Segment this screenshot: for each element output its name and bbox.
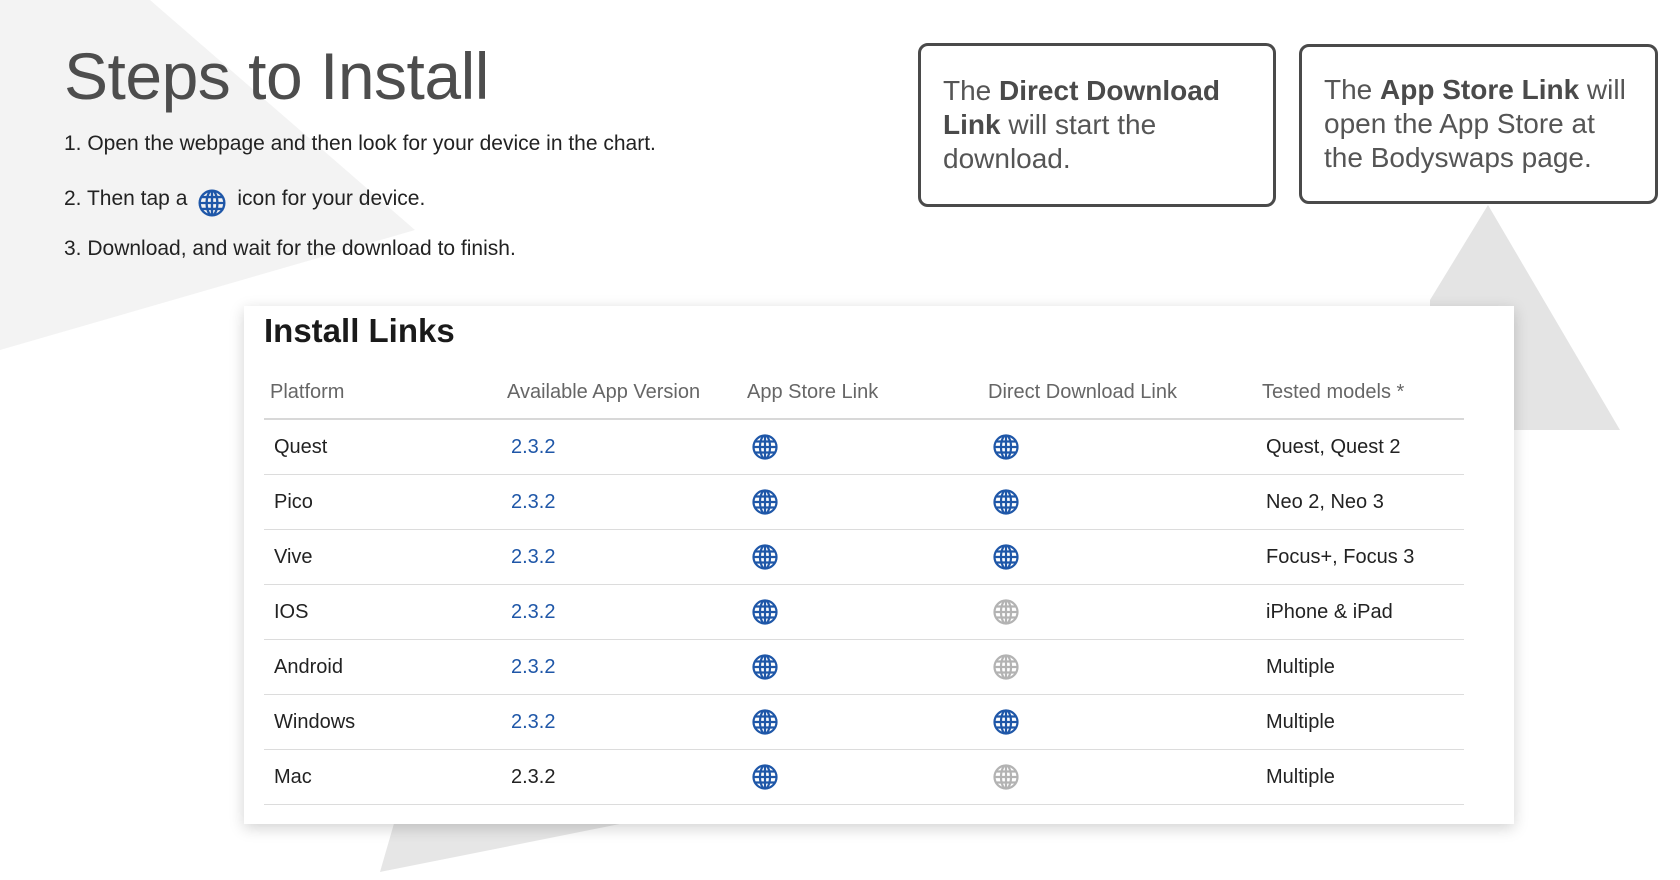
direct-download-link-cell — [982, 419, 1256, 475]
version-link[interactable]: 2.3.2 — [511, 601, 555, 623]
globe-icon[interactable] — [751, 653, 972, 681]
callout-app-store: The App Store Link will open the App Sto… — [1299, 44, 1658, 204]
table-row: Quest 2.3.2 Quest, Quest 2 — [264, 419, 1464, 475]
app-store-link-cell — [741, 474, 982, 530]
platform-cell: Android — [264, 639, 501, 695]
install-links-card: Install Links Platform Available App Ver… — [244, 306, 1514, 824]
platform-cell: IOS — [264, 584, 501, 640]
direct-download-link-cell — [982, 529, 1256, 585]
globe-icon — [197, 188, 227, 218]
step-2-text-before: 2. Then tap a — [64, 187, 188, 210]
version-link[interactable]: 2.3.2 — [511, 546, 555, 568]
table-body: Quest 2.3.2 Quest, Quest 2 Pico 2.3.2 Neo 2, … — [264, 419, 1464, 805]
platform-cell: Windows — [264, 694, 501, 750]
version-link[interactable]: 2.3.2 — [511, 491, 555, 513]
globe-icon[interactable] — [751, 433, 972, 461]
version-text: 2.3.2 — [511, 765, 556, 788]
version-cell: 2.3.2 — [501, 419, 741, 475]
globe-icon — [992, 653, 1246, 681]
version-cell: 2.3.2 — [501, 694, 741, 750]
direct-download-link-cell — [982, 749, 1256, 805]
step-3: 3. Download, and wait for the download t… — [64, 237, 516, 260]
direct-download-link-cell — [982, 584, 1256, 640]
tested-models-cell: iPhone & iPad — [1256, 584, 1464, 640]
platform-cell: Mac — [264, 749, 501, 805]
tested-models-cell: Multiple — [1256, 749, 1464, 805]
tested-models-cell: Focus+, Focus 3 — [1256, 529, 1464, 585]
page-title: Steps to Install — [64, 39, 489, 113]
header-platform: Platform — [264, 366, 501, 420]
version-cell: 2.3.2 — [501, 529, 741, 585]
globe-icon[interactable] — [992, 488, 1246, 516]
table-row: Windows 2.3.2 Multiple — [264, 694, 1464, 750]
platform-cell: Pico — [264, 474, 501, 530]
table-row: Pico 2.3.2 Neo 2, Neo 3 — [264, 474, 1464, 530]
table-row: Mac 2.3.2 Multiple — [264, 749, 1464, 805]
app-store-link-cell — [741, 529, 982, 585]
callout-store-bold: App Store Link — [1380, 74, 1580, 105]
table-header-row: Platform Available App Version App Store… — [264, 366, 1464, 420]
app-store-link-cell — [741, 639, 982, 695]
globe-icon[interactable] — [751, 543, 972, 571]
globe-icon[interactable] — [992, 708, 1246, 736]
version-cell: 2.3.2 — [501, 749, 741, 805]
header-version: Available App Version — [501, 366, 741, 420]
install-links-title: Install Links — [264, 312, 455, 349]
app-store-link-cell — [741, 419, 982, 475]
direct-download-link-cell — [982, 639, 1256, 695]
table-row: IOS 2.3.2 iPhone & iPad — [264, 584, 1464, 640]
tested-models-cell: Neo 2, Neo 3 — [1256, 474, 1464, 530]
callout-direct-pre: The — [943, 75, 1000, 106]
globe-icon[interactable] — [751, 598, 972, 626]
direct-download-link-cell — [982, 694, 1256, 750]
step-1: 1. Open the webpage and then look for yo… — [64, 132, 656, 155]
header-direct-download-link: Direct Download Link — [982, 366, 1256, 420]
header-app-store-link: App Store Link — [741, 366, 982, 420]
tested-models-cell: Multiple — [1256, 694, 1464, 750]
step-2: 2. Then tap a icon for your device. — [64, 184, 426, 217]
version-link[interactable]: 2.3.2 — [511, 656, 555, 678]
app-store-link-cell — [741, 749, 982, 805]
direct-download-link-cell — [982, 474, 1256, 530]
app-store-link-cell — [741, 584, 982, 640]
tested-models-cell: Multiple — [1256, 639, 1464, 695]
globe-icon[interactable] — [992, 433, 1246, 461]
callout-direct-download: The Direct Download Link will start the … — [918, 43, 1276, 207]
globe-icon — [992, 763, 1246, 791]
table-row: Android 2.3.2 Multiple — [264, 639, 1464, 695]
callout-store-pre: The — [1324, 74, 1381, 105]
version-cell: 2.3.2 — [501, 639, 741, 695]
globe-icon[interactable] — [751, 763, 972, 791]
globe-icon[interactable] — [751, 488, 972, 516]
globe-icon[interactable] — [751, 708, 972, 736]
tested-models-cell: Quest, Quest 2 — [1256, 419, 1464, 475]
install-links-table: Platform Available App Version App Store… — [264, 366, 1464, 805]
globe-icon[interactable] — [992, 543, 1246, 571]
platform-cell: Vive — [264, 529, 501, 585]
version-link[interactable]: 2.3.2 — [511, 711, 555, 733]
step-2-text-after: icon for your device. — [237, 187, 426, 210]
app-store-link-cell — [741, 694, 982, 750]
table-row: Vive 2.3.2 Focus+, Focus 3 — [264, 529, 1464, 585]
globe-icon — [992, 598, 1246, 626]
version-link[interactable]: 2.3.2 — [511, 436, 555, 458]
header-tested-models: Tested models * — [1256, 366, 1464, 420]
version-cell: 2.3.2 — [501, 474, 741, 530]
version-cell: 2.3.2 — [501, 584, 741, 640]
platform-cell: Quest — [264, 419, 501, 475]
